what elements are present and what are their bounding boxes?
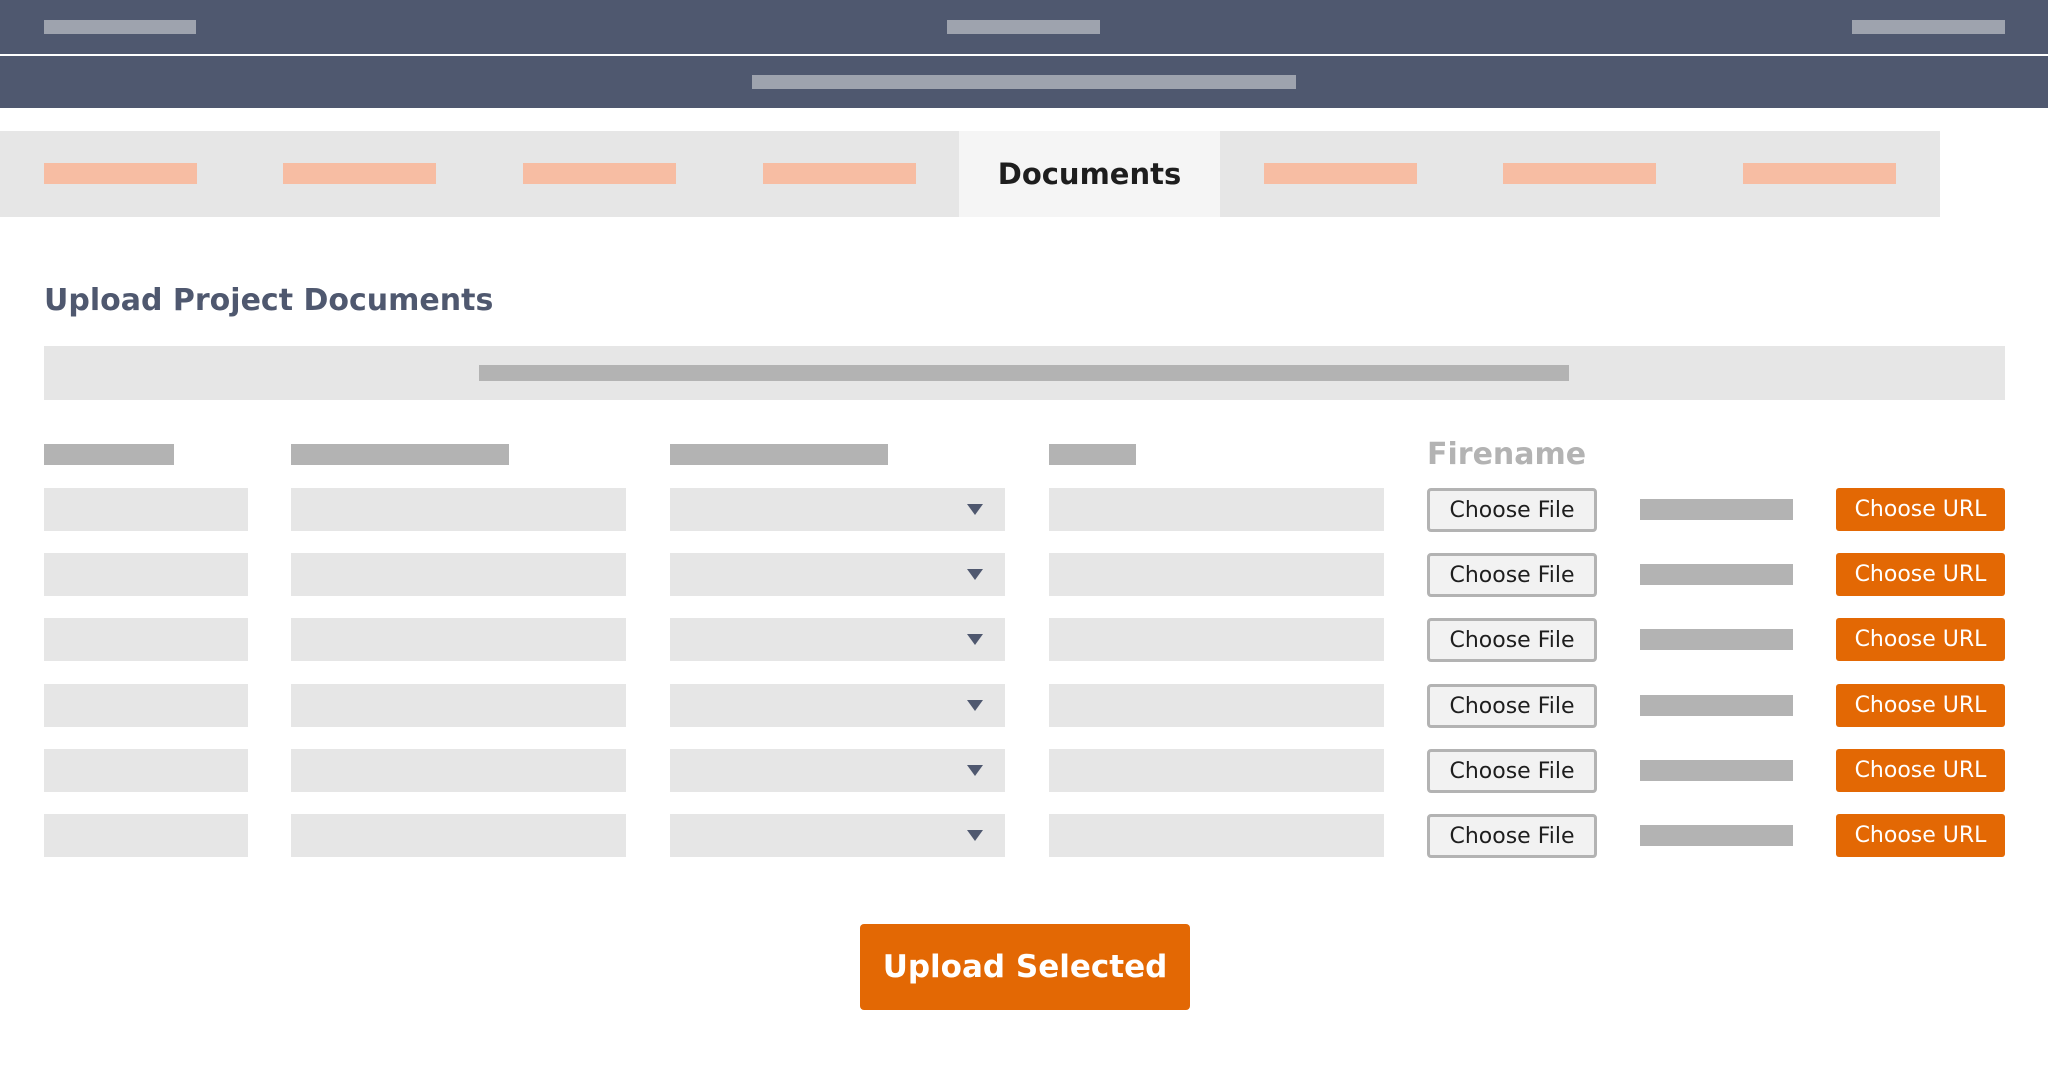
- tab-documents[interactable]: Documents: [959, 131, 1220, 217]
- choose-url-button[interactable]: Choose URL: [1836, 749, 2005, 792]
- row-field-4[interactable]: [1049, 553, 1384, 596]
- caret-down-icon: [967, 700, 983, 711]
- choose-file-button[interactable]: Choose File: [1427, 749, 1597, 793]
- upload-selected-button[interactable]: Upload Selected: [860, 924, 1190, 1010]
- caret-down-icon: [967, 569, 983, 580]
- tab-placeholder-5[interactable]: [1264, 163, 1417, 184]
- caret-down-icon: [967, 504, 983, 515]
- filename-placeholder: [1640, 499, 1793, 520]
- top-nav-center-placeholder[interactable]: [947, 20, 1100, 34]
- choose-file-button[interactable]: Choose File: [1427, 814, 1597, 858]
- row-select[interactable]: [670, 749, 1005, 792]
- caret-down-icon: [967, 830, 983, 841]
- row-field-1[interactable]: [44, 814, 248, 857]
- column-header-4: [1049, 444, 1136, 465]
- filename-placeholder: [1640, 695, 1793, 716]
- row-field-2[interactable]: [291, 488, 626, 531]
- row-field-4[interactable]: [1049, 684, 1384, 727]
- tab-placeholder-2[interactable]: [283, 163, 436, 184]
- top-nav-left-placeholder[interactable]: [44, 20, 196, 34]
- tab-placeholder-4[interactable]: [763, 163, 916, 184]
- filename-placeholder: [1640, 760, 1793, 781]
- row-field-1[interactable]: [44, 749, 248, 792]
- choose-file-button[interactable]: Choose File: [1427, 684, 1597, 728]
- filename-placeholder: [1640, 629, 1793, 650]
- row-field-4[interactable]: [1049, 488, 1384, 531]
- top-nav-right-placeholder[interactable]: [1852, 20, 2005, 34]
- row-field-4[interactable]: [1049, 814, 1384, 857]
- choose-file-button[interactable]: Choose File: [1427, 618, 1597, 662]
- tab-placeholder-7[interactable]: [1743, 163, 1896, 184]
- choose-url-button[interactable]: Choose URL: [1836, 814, 2005, 857]
- tab-placeholder-3[interactable]: [523, 163, 676, 184]
- row-field-2[interactable]: [291, 814, 626, 857]
- choose-url-button[interactable]: Choose URL: [1836, 553, 2005, 596]
- choose-url-button[interactable]: Choose URL: [1836, 684, 2005, 727]
- column-header-1: [44, 444, 174, 465]
- column-header-3: [670, 444, 888, 465]
- row-field-2[interactable]: [291, 684, 626, 727]
- caret-down-icon: [967, 634, 983, 645]
- tab-placeholder-1[interactable]: [44, 163, 197, 184]
- row-field-1[interactable]: [44, 684, 248, 727]
- row-field-2[interactable]: [291, 553, 626, 596]
- row-field-2[interactable]: [291, 618, 626, 661]
- notice-text-placeholder: [479, 365, 1569, 381]
- filename-placeholder: [1640, 825, 1793, 846]
- row-field-4[interactable]: [1049, 618, 1384, 661]
- page-title: Upload Project Documents: [44, 283, 494, 318]
- row-field-4[interactable]: [1049, 749, 1384, 792]
- choose-url-button[interactable]: Choose URL: [1836, 488, 2005, 531]
- secondary-bar-placeholder: [752, 75, 1296, 89]
- tab-placeholder-6[interactable]: [1503, 163, 1656, 184]
- filename-placeholder: [1640, 564, 1793, 585]
- row-select[interactable]: [670, 684, 1005, 727]
- row-field-1[interactable]: [44, 488, 248, 531]
- choose-file-button[interactable]: Choose File: [1427, 488, 1597, 532]
- row-field-1[interactable]: [44, 553, 248, 596]
- column-header-filename: Firename: [1427, 437, 1587, 472]
- row-field-2[interactable]: [291, 749, 626, 792]
- row-select[interactable]: [670, 553, 1005, 596]
- column-header-2: [291, 444, 509, 465]
- row-field-1[interactable]: [44, 618, 248, 661]
- row-select[interactable]: [670, 814, 1005, 857]
- row-select[interactable]: [670, 488, 1005, 531]
- choose-url-button[interactable]: Choose URL: [1836, 618, 2005, 661]
- caret-down-icon: [967, 765, 983, 776]
- row-select[interactable]: [670, 618, 1005, 661]
- choose-file-button[interactable]: Choose File: [1427, 553, 1597, 597]
